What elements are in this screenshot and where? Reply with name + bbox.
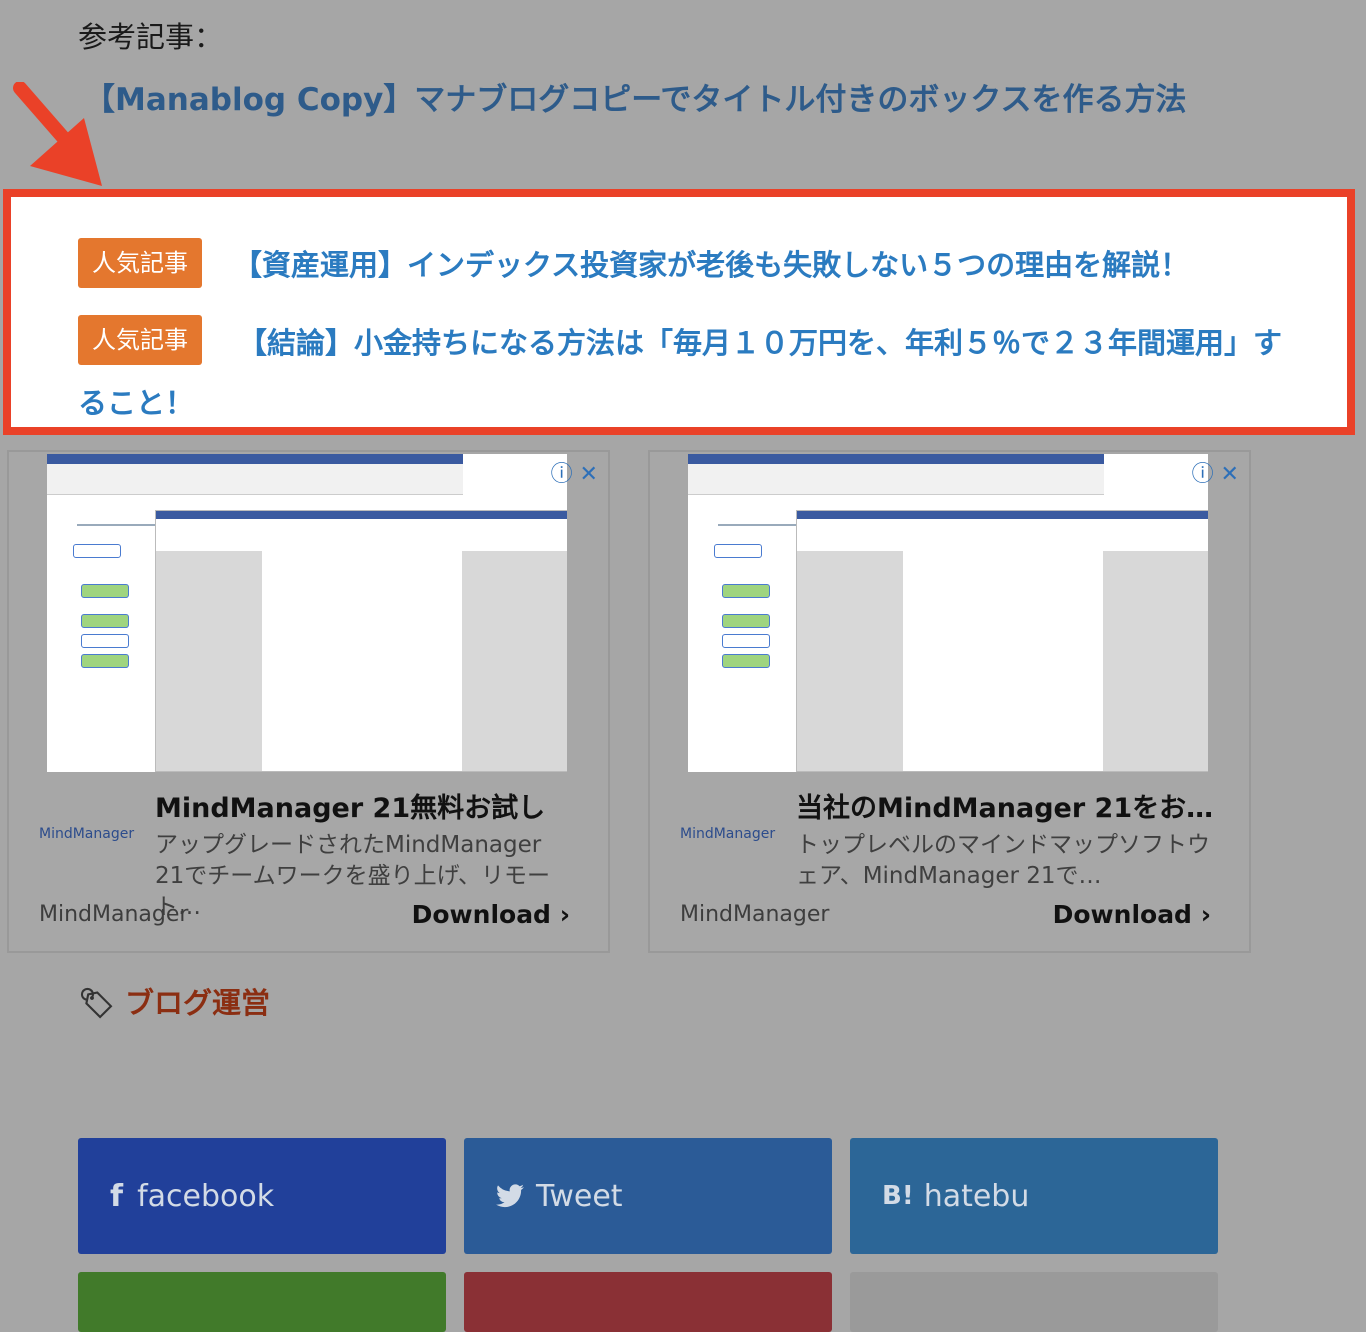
twitter-bird-icon [496, 1184, 524, 1208]
ad-description: トップレベルのマインドマップソフトウェア、MindManager 21で… [796, 832, 1210, 889]
ad-download-button[interactable]: Download › [412, 900, 570, 929]
share-button[interactable] [78, 1272, 446, 1332]
ad-logo: MindManager [39, 826, 135, 842]
ad-logo: MindManager [680, 826, 776, 842]
ad-screenshot[interactable] [47, 454, 567, 772]
ad-title[interactable]: MindManager 21無料お試し [155, 786, 545, 825]
share-button[interactable] [464, 1272, 832, 1332]
ad-info-close-icon[interactable]: ⓘ ✕ [1192, 456, 1239, 488]
ad-card[interactable]: ⓘ ✕ 当社のMindManager 21をお… MindManager トップ… [648, 450, 1251, 953]
ad-info-close-icon[interactable]: ⓘ ✕ [551, 456, 598, 488]
category-tag-label: ブログ運営 [124, 986, 270, 1020]
facebook-icon: f [110, 1178, 124, 1214]
popular-article-link[interactable]: 【資産運用】インデックス投資家が老後も失敗しない５つの理由を解説！ [233, 235, 1189, 295]
ad-title[interactable]: 当社のMindManager 21をお… [796, 786, 1213, 825]
red-arrow-icon [13, 82, 102, 186]
popular-article-link[interactable]: 【結論】小金持ちになる方法は「毎月１０万円を、年利５％で２３年間運用」すること！ [78, 313, 1298, 433]
popular-articles-box: 人気記事 【資産運用】インデックス投資家が老後も失敗しない５つの理由を解説！ 人… [3, 189, 1355, 435]
ad-screenshot[interactable] [688, 454, 1208, 772]
share-button[interactable] [850, 1272, 1218, 1332]
share-tweet-button[interactable]: Tweet [464, 1138, 832, 1254]
ad-brand: MindManager [39, 902, 189, 927]
hatebu-icon: B! [882, 1181, 914, 1211]
tag-icon: 🏷 [78, 986, 115, 1020]
ad-card[interactable]: ⓘ ✕ MindManager 21無料お試し MindManager アップグ… [7, 450, 610, 953]
popular-badge: 人気記事 [78, 238, 202, 288]
ad-brand: MindManager [680, 902, 830, 927]
ad-download-button[interactable]: Download › [1053, 900, 1211, 929]
chevron-right-icon: › [1200, 900, 1211, 929]
reference-label: 参考記事： [78, 20, 224, 54]
reference-article-link[interactable]: 【Manablog Copy】マナブログコピーでタイトル付きのボックスを作る方法 [84, 74, 1187, 119]
share-hatebu-button[interactable]: B! hatebu [850, 1138, 1218, 1254]
category-tag[interactable]: 🏷 ブログ運営 [78, 980, 270, 1022]
share-facebook-button[interactable]: f facebook [78, 1138, 446, 1254]
chevron-right-icon: › [559, 900, 570, 929]
